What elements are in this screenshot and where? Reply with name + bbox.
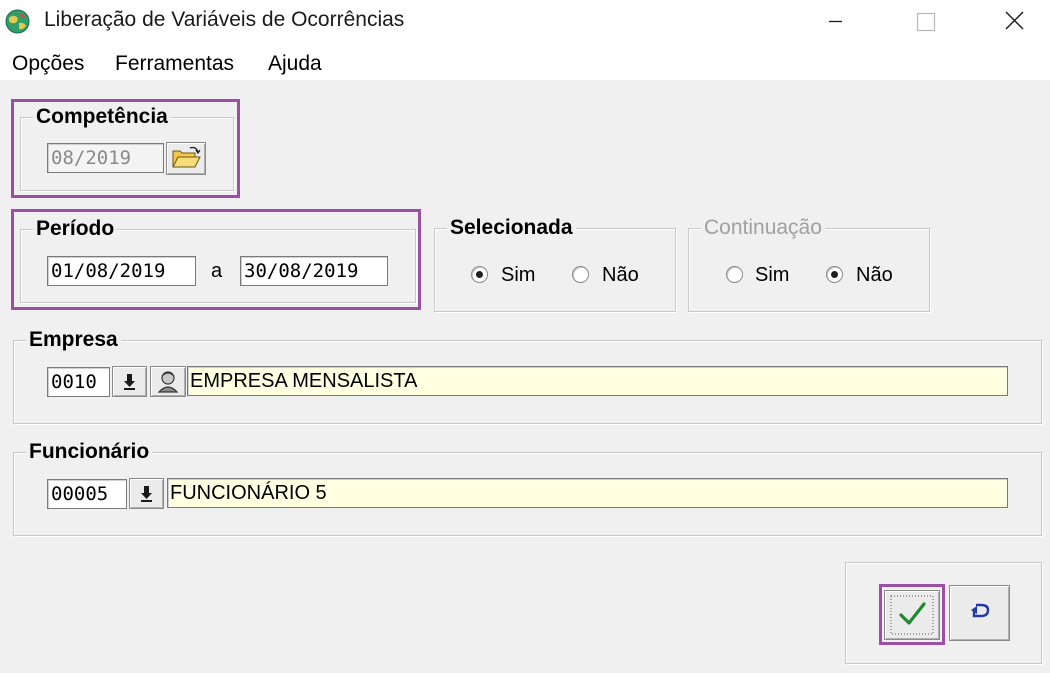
- funcionario-code-input[interactable]: 00005: [47, 479, 127, 509]
- arrow-down-icon: [141, 486, 152, 502]
- selecionada-group: Selecionada: [434, 215, 676, 312]
- minimize-icon: [829, 20, 842, 23]
- empresa-person-button[interactable]: [150, 366, 186, 397]
- actions-group: [845, 562, 1042, 664]
- title-bar: Liberação de Variáveis de Ocorrências: [0, 0, 1050, 44]
- window-title: Liberação de Variáveis de Ocorrências: [44, 8, 405, 31]
- checkmark-icon: [890, 595, 934, 635]
- periodo-separator: a: [211, 260, 223, 282]
- menu-ferramentas[interactable]: Ferramentas: [115, 52, 234, 76]
- periodo-end-input[interactable]: 30/08/2019: [240, 256, 388, 286]
- close-button[interactable]: [980, 0, 1050, 44]
- undo-button[interactable]: [949, 585, 1010, 641]
- globe-app-icon: [5, 9, 30, 34]
- menu-bar: Opções Ferramentas Ajuda: [0, 44, 1050, 80]
- continuacao-nao-radio[interactable]: [826, 266, 843, 283]
- continuacao-sim-label[interactable]: Sim: [755, 264, 789, 287]
- funcionario-name-field: FUNCIONÁRIO 5: [167, 478, 1008, 508]
- periodo-label: Período: [33, 216, 118, 242]
- maximize-button[interactable]: [890, 0, 960, 44]
- funcionario-lookup-button[interactable]: [129, 478, 164, 509]
- minimize-button[interactable]: [800, 0, 870, 44]
- maximize-icon: [916, 12, 936, 32]
- empresa-label: Empresa: [26, 327, 121, 353]
- continuacao-nao-label[interactable]: Não: [856, 264, 893, 287]
- funcionario-label: Funcionário: [26, 439, 153, 465]
- undo-icon: [971, 603, 990, 618]
- competencia-browse-button[interactable]: [166, 142, 206, 175]
- continuacao-sim-radio[interactable]: [726, 266, 743, 283]
- close-icon: [1005, 11, 1024, 30]
- selecionada-sim-radio[interactable]: [471, 266, 488, 283]
- continuacao-group: Continuação: [688, 215, 930, 312]
- selecionada-nao-label[interactable]: Não: [602, 264, 639, 287]
- selecionada-label: Selecionada: [447, 215, 576, 241]
- arrow-down-icon: [124, 374, 135, 390]
- menu-ajuda[interactable]: Ajuda: [268, 52, 322, 76]
- person-icon: [157, 371, 179, 393]
- empresa-code-input[interactable]: 0010: [47, 367, 110, 397]
- competencia-input[interactable]: 08/2019: [47, 143, 164, 173]
- selecionada-nao-radio[interactable]: [572, 266, 589, 283]
- periodo-start-input[interactable]: 01/08/2019: [47, 256, 196, 286]
- continuacao-label: Continuação: [701, 215, 825, 241]
- empresa-lookup-button[interactable]: [112, 366, 147, 397]
- menu-opcoes[interactable]: Opções: [12, 52, 84, 76]
- open-folder-icon: [172, 146, 201, 168]
- empresa-name-field: EMPRESA MENSALISTA: [187, 366, 1008, 396]
- confirm-button[interactable]: [884, 590, 940, 640]
- selecionada-sim-label[interactable]: Sim: [501, 264, 535, 287]
- competencia-label: Competência: [33, 104, 171, 130]
